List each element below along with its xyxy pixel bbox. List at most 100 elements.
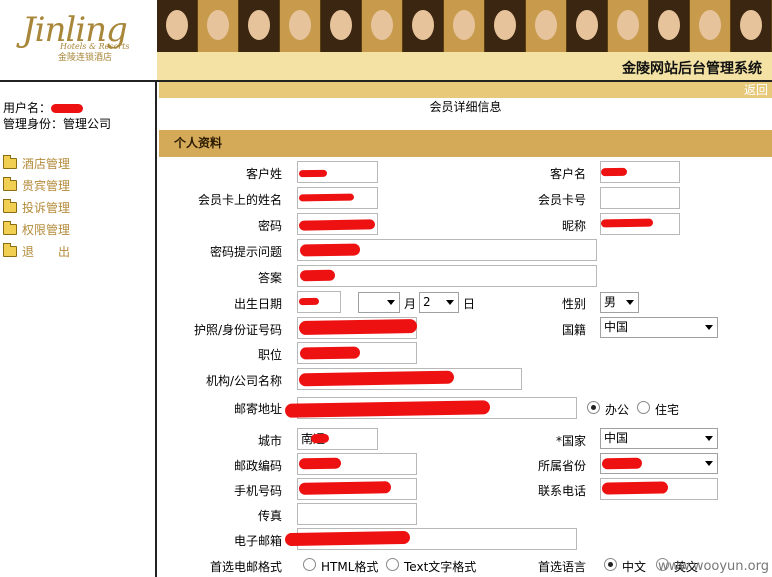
- folder-icon: [3, 154, 17, 169]
- main-content: 返回 会员详细信息 个人资料 客户姓 客户名 会员卡上的姓名 会员卡号 密码 昵…: [159, 82, 772, 577]
- redaction-mark: [298, 193, 355, 202]
- company-label: 机构/公司名称: [205, 374, 282, 388]
- chevron-down-icon: [705, 461, 713, 466]
- chevron-down-icon: [446, 300, 454, 305]
- folder-icon: [3, 220, 17, 235]
- language-cn-label: 中文: [622, 560, 647, 574]
- birth-day-value: 2: [423, 295, 431, 309]
- language-cn-radio[interactable]: [604, 558, 617, 571]
- city-label: 城市: [257, 434, 282, 448]
- folder-icon: [3, 242, 17, 257]
- format-html-radio[interactable]: [303, 558, 316, 571]
- city-field[interactable]: 南通: [297, 428, 378, 450]
- redaction-mark: [298, 219, 376, 231]
- staff-photo: [198, 0, 239, 52]
- email-label: 电子邮箱: [233, 534, 282, 548]
- sidebar-item-complaints[interactable]: 投诉管理: [3, 196, 70, 218]
- sidebar-item-label: 酒店管理: [22, 156, 71, 171]
- redaction-mark: [310, 433, 330, 444]
- username-label: 用户名：: [3, 101, 52, 115]
- redaction-mark: [600, 218, 654, 228]
- redaction-mark: [299, 269, 336, 282]
- pwd-question-label: 密码提示问题: [209, 245, 282, 259]
- fax-label: 传真: [257, 509, 282, 523]
- section-header-personal: 个人资料: [159, 130, 772, 157]
- province-label: 所属省份: [537, 459, 586, 473]
- redaction-mark: [51, 104, 84, 113]
- role-label: 管理身份：管理公司: [3, 117, 112, 131]
- redaction-mark: [601, 457, 643, 470]
- staff-photo: [280, 0, 321, 52]
- folder-icon: [3, 198, 17, 213]
- language-label: 首选语言: [537, 560, 586, 574]
- redaction-mark: [299, 346, 361, 360]
- position-label: 职位: [257, 348, 282, 362]
- staff-photo: [649, 0, 690, 52]
- postcode-label: 邮政编码: [233, 459, 282, 473]
- surname-label: 客户姓: [245, 167, 282, 181]
- staff-photo: [444, 0, 485, 52]
- staff-photo: [567, 0, 608, 52]
- birth-day-select[interactable]: 2: [419, 292, 459, 313]
- redaction-mark: [298, 318, 418, 336]
- nationality-label: 国籍: [561, 323, 586, 337]
- password-label: 密码: [257, 219, 282, 233]
- email-format-label: 首选电邮格式: [209, 560, 282, 574]
- sidebar-item-logout[interactable]: 退 出: [3, 240, 70, 262]
- nationality-select[interactable]: 中国: [600, 317, 718, 338]
- gender-select[interactable]: 男: [600, 292, 639, 313]
- id-no-label: 护照/身份证号码: [193, 323, 282, 337]
- address-label: 邮寄地址: [233, 402, 282, 416]
- phone-label: 联系电话: [537, 484, 586, 498]
- staff-photo: [239, 0, 280, 52]
- staff-photo: [321, 0, 362, 52]
- staff-photo: [526, 0, 567, 52]
- staff-photo: [485, 0, 526, 52]
- day-unit: 日: [463, 297, 476, 311]
- given-name-label: 客户名: [549, 167, 586, 181]
- staff-photo: [731, 0, 772, 52]
- staff-photo: [362, 0, 403, 52]
- staff-photo: [157, 0, 198, 52]
- answer-label: 答案: [257, 271, 282, 285]
- answer-field[interactable]: [297, 265, 597, 287]
- system-title: 金陵网站后台管理系统: [622, 61, 762, 77]
- redaction-mark: [298, 169, 328, 178]
- birthday-label: 出生日期: [233, 297, 282, 311]
- redaction-mark: [298, 297, 320, 306]
- card-name-label: 会员卡上的姓名: [197, 193, 282, 207]
- nickname-label: 昵称: [561, 219, 586, 233]
- redaction-mark: [601, 481, 669, 495]
- system-title-bar: 金陵网站后台管理系统: [157, 52, 772, 80]
- sidebar-item-vip[interactable]: 贵宾管理: [3, 174, 70, 196]
- sidebar-item-label: 权限管理: [22, 222, 71, 237]
- chevron-down-icon: [626, 300, 634, 305]
- staff-photo: [608, 0, 649, 52]
- sidebar-item-permissions[interactable]: 权限管理: [3, 218, 70, 240]
- country-select[interactable]: 中国: [600, 428, 718, 449]
- address-home-radio[interactable]: [637, 401, 650, 414]
- back-bar: 返回: [159, 82, 772, 98]
- card-no-field[interactable]: [600, 187, 680, 209]
- address-office-label: 办公: [605, 403, 630, 417]
- fax-field[interactable]: [297, 503, 417, 525]
- page-title: 会员详细信息: [429, 100, 502, 114]
- redaction-mark: [298, 457, 342, 470]
- address-office-radio[interactable]: [587, 401, 600, 414]
- staff-photo: [403, 0, 444, 52]
- birth-month-select[interactable]: [358, 292, 400, 313]
- mobile-label: 手机号码: [233, 484, 282, 498]
- logo-sub-cn: 金陵连锁酒店: [58, 53, 113, 63]
- card-no-label: 会员卡号: [537, 193, 586, 207]
- wooyun-watermark: www.wooyun.org: [657, 559, 769, 574]
- chevron-down-icon: [387, 300, 395, 305]
- address-home-label: 住宅: [655, 403, 680, 417]
- sidebar-item-label: 贵宾管理: [22, 178, 71, 193]
- country-label: *国家: [555, 434, 586, 448]
- back-link[interactable]: 返回: [744, 83, 768, 97]
- format-text-radio[interactable]: [386, 558, 399, 571]
- sidebar-item-hotel[interactable]: 酒店管理: [3, 152, 70, 174]
- month-unit: 月: [404, 297, 417, 311]
- redaction-mark: [298, 481, 392, 495]
- country-value: 中国: [604, 431, 629, 445]
